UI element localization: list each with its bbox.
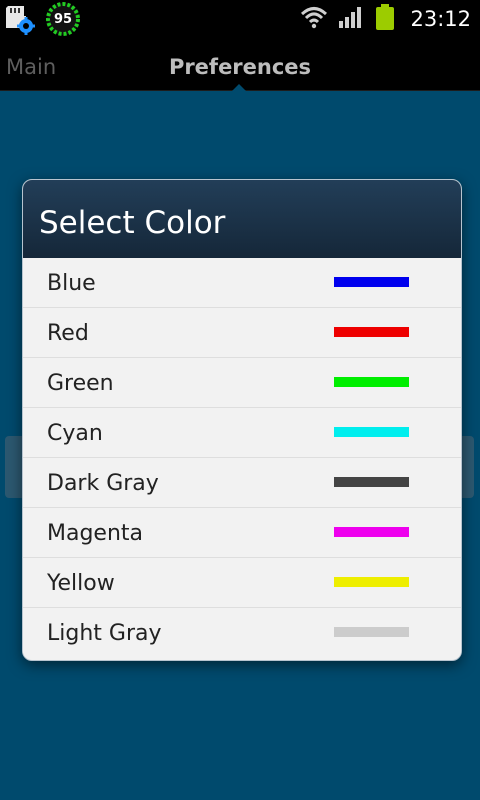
color-option-label: Cyan bbox=[47, 421, 103, 446]
clock: 23:12 bbox=[410, 7, 471, 31]
color-swatch bbox=[334, 577, 409, 587]
color-swatch bbox=[334, 277, 409, 287]
color-option-label: Dark Gray bbox=[47, 471, 159, 496]
status-bar: 95 23:12 bbox=[0, 0, 480, 38]
color-option-label: Yellow bbox=[47, 571, 115, 596]
color-option-dark-gray[interactable]: Dark Gray bbox=[23, 458, 461, 508]
color-option-green[interactable]: Green bbox=[23, 358, 461, 408]
wifi-icon bbox=[300, 5, 328, 33]
color-swatch bbox=[334, 427, 409, 437]
color-option-light-gray[interactable]: Light Gray bbox=[23, 608, 461, 657]
color-swatch bbox=[334, 377, 409, 387]
battery-gauge-badge: 95 bbox=[44, 0, 82, 38]
color-swatch bbox=[334, 527, 409, 537]
color-options-list: Blue Red Green Cyan Dark Gray Magenta Ye… bbox=[23, 258, 461, 657]
color-swatch bbox=[334, 477, 409, 487]
color-option-cyan[interactable]: Cyan bbox=[23, 408, 461, 458]
color-option-label: Magenta bbox=[47, 521, 144, 546]
color-option-yellow[interactable]: Yellow bbox=[23, 558, 461, 608]
signal-icon bbox=[338, 5, 364, 33]
notification-area: 95 bbox=[0, 0, 82, 38]
color-option-blue[interactable]: Blue bbox=[23, 258, 461, 308]
color-option-label: Red bbox=[47, 321, 89, 346]
color-option-red[interactable]: Red bbox=[23, 308, 461, 358]
color-swatch bbox=[334, 327, 409, 337]
dialog-header: Select Color bbox=[23, 180, 461, 258]
color-option-label: Light Gray bbox=[47, 621, 162, 646]
color-option-label: Blue bbox=[47, 271, 96, 296]
system-icons: 23:12 bbox=[290, 0, 480, 38]
color-option-magenta[interactable]: Magenta bbox=[23, 508, 461, 558]
battery-icon bbox=[374, 3, 396, 35]
color-swatch bbox=[334, 627, 409, 637]
tab-preferences[interactable]: Preferences bbox=[0, 38, 480, 90]
badge-value: 95 bbox=[53, 11, 73, 27]
color-option-label: Green bbox=[47, 371, 114, 396]
sdcard-settings-icon bbox=[0, 0, 40, 38]
dialog-title: Select Color bbox=[39, 205, 226, 241]
tab-indicator bbox=[232, 84, 246, 91]
select-color-dialog: Select Color Blue Red Green Cyan Dark Gr… bbox=[22, 179, 462, 661]
